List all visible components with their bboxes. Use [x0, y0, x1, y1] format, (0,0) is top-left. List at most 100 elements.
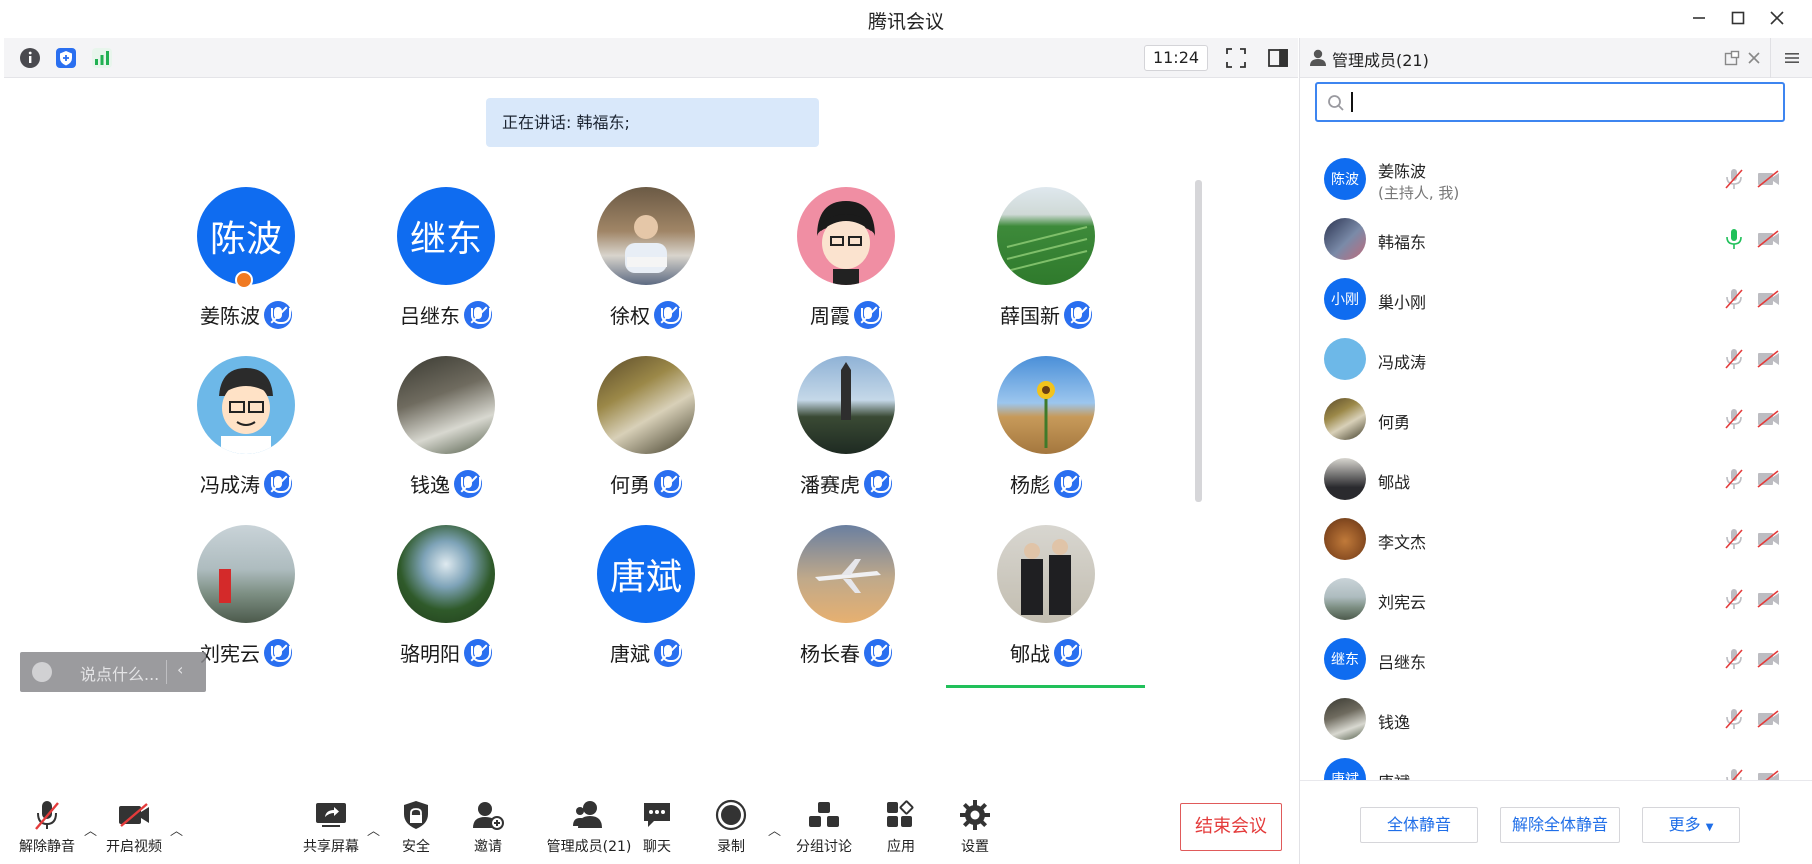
meeting-topbar: 11:24: [4, 38, 1298, 78]
muted-mic-icon[interactable]: [1723, 648, 1745, 670]
list-item[interactable]: 郇战: [1300, 450, 1812, 510]
participant-tile[interactable]: 钱逸: [346, 356, 546, 516]
participant-tile[interactable]: 薛国新: [946, 187, 1146, 347]
video-off-icon[interactable]: [1756, 290, 1780, 308]
video-off-icon[interactable]: [1756, 170, 1780, 188]
mute-all-button[interactable]: 全体静音: [1360, 807, 1478, 843]
list-item[interactable]: 何勇: [1300, 390, 1812, 450]
list-item[interactable]: 唐斌 唐斌: [1300, 750, 1812, 784]
close-icon[interactable]: [1764, 6, 1790, 30]
title-bar: 腾讯会议: [0, 0, 1812, 36]
video-off-icon[interactable]: [1756, 410, 1780, 428]
participant-tile[interactable]: 陈波 姜陈波: [146, 187, 346, 347]
collapse-chevron-icon[interactable]: ‹: [177, 660, 183, 679]
more-button[interactable]: 更多 ▼: [1642, 807, 1740, 843]
manage-members-button[interactable]: 管理成员(21): [530, 798, 648, 860]
meeting-window: 腾讯会议 11:24 正在讲话: 韩福东; 陈波 姜陈波 继东 吕继东 徐权 周…: [0, 0, 1812, 864]
participant-tile[interactable]: 冯成涛: [146, 356, 346, 516]
video-off-icon[interactable]: [1756, 470, 1780, 488]
close-icon[interactable]: [1746, 50, 1762, 70]
participant-name: 吕继东: [1378, 653, 1427, 672]
muted-mic-icon[interactable]: [1723, 408, 1745, 430]
invite-button[interactable]: 邀请: [468, 798, 508, 860]
muted-mic-icon[interactable]: [1723, 708, 1745, 730]
participant-tile[interactable]: 何勇: [546, 356, 746, 516]
more-label: 更多: [1668, 815, 1701, 834]
fullscreen-icon[interactable]: [1224, 46, 1248, 70]
participant-name: 姜陈波: [1378, 162, 1427, 181]
invite-user-icon: [468, 798, 508, 832]
participant-name: 骆明阳: [400, 642, 460, 666]
list-item[interactable]: 韩福东: [1300, 210, 1812, 270]
record-label: 录制: [717, 839, 745, 855]
maximize-icon[interactable]: [1725, 6, 1751, 30]
chevron-up-icon[interactable]: ︿: [170, 820, 184, 839]
muted-mic-icon[interactable]: [1723, 168, 1745, 190]
list-item[interactable]: 小刚 巢小刚: [1300, 270, 1812, 330]
chat-button[interactable]: 聊天: [637, 798, 677, 860]
muted-mic-icon: [464, 300, 492, 329]
video-off-icon[interactable]: [1756, 530, 1780, 548]
end-meeting-button[interactable]: 结束会议: [1180, 803, 1282, 851]
speaking-indicator: 正在讲话: 韩福东;: [486, 98, 819, 147]
minimize-icon[interactable]: [1686, 6, 1712, 30]
apps-label: 应用: [887, 839, 915, 855]
participant-tile[interactable]: 杨彪: [946, 356, 1146, 516]
video-off-icon[interactable]: [1756, 350, 1780, 368]
video-off-icon[interactable]: [1756, 710, 1780, 728]
layout-toggle-icon[interactable]: [1266, 46, 1290, 70]
video-off-icon[interactable]: [1756, 230, 1780, 248]
participant-tile[interactable]: 骆明阳: [346, 525, 546, 685]
unmute-all-button[interactable]: 解除全体静音: [1500, 807, 1620, 843]
gear-icon: [955, 798, 995, 832]
shield-icon[interactable]: [54, 46, 78, 70]
video-off-icon[interactable]: [1756, 590, 1780, 608]
text-cursor: [1351, 92, 1353, 112]
participant-tile[interactable]: 潘赛虎: [746, 356, 946, 516]
list-item[interactable]: 钱逸: [1300, 690, 1812, 750]
unmute-button[interactable]: 解除静音: [16, 798, 78, 860]
participant-tile[interactable]: 徐权: [546, 187, 746, 347]
apps-button[interactable]: 应用: [881, 798, 921, 860]
grid-scrollbar[interactable]: [1195, 180, 1202, 502]
participant-tile[interactable]: 郇战: [946, 525, 1146, 685]
start-video-button[interactable]: 开启视频: [103, 798, 165, 860]
search-icon: [1327, 94, 1345, 116]
participant-tile[interactable]: 周霞: [746, 187, 946, 347]
list-item[interactable]: 继东 吕继东: [1300, 630, 1812, 690]
participant-list: 陈波 姜陈波 (主持人, 我) 韩福东 小刚 巢小刚 冯成涛 何勇 郇战 李文杰…: [1300, 146, 1812, 784]
list-item[interactable]: 李文杰: [1300, 510, 1812, 570]
quick-chat[interactable]: 说点什么... ‹: [20, 652, 206, 692]
video-off-icon[interactable]: [1756, 650, 1780, 668]
muted-mic-icon[interactable]: [1723, 348, 1745, 370]
list-item[interactable]: 冯成涛: [1300, 330, 1812, 390]
security-button[interactable]: 安全: [396, 798, 436, 860]
muted-mic-icon[interactable]: [1723, 588, 1745, 610]
participant-tile[interactable]: 唐斌 唐斌: [546, 525, 746, 685]
chevron-up-icon[interactable]: ︿: [84, 820, 98, 839]
emoji-icon[interactable]: [32, 662, 52, 682]
muted-mic-icon[interactable]: [1723, 468, 1745, 490]
participant-tile[interactable]: 继东 吕继东: [346, 187, 546, 347]
muted-mic-icon: [1054, 638, 1082, 667]
chevron-up-icon[interactable]: ︿: [768, 820, 782, 839]
breakout-button[interactable]: 分组讨论: [793, 798, 855, 860]
record-button[interactable]: 录制: [711, 798, 751, 860]
participant-name: 唐斌: [610, 642, 650, 666]
list-item[interactable]: 陈波 姜陈波 (主持人, 我): [1300, 150, 1812, 210]
chat-input-placeholder[interactable]: 说点什么...: [80, 661, 159, 685]
menu-icon[interactable]: [1770, 38, 1812, 78]
active-mic-icon[interactable]: [1723, 228, 1745, 250]
chevron-up-icon[interactable]: ︿: [367, 820, 381, 839]
manage-members-label: 管理成员(21): [546, 839, 632, 855]
signal-icon[interactable]: [90, 46, 114, 70]
settings-button[interactable]: 设置: [955, 798, 995, 860]
list-item[interactable]: 刘宪云: [1300, 570, 1812, 630]
muted-mic-icon[interactable]: [1723, 528, 1745, 550]
member-search-input[interactable]: [1315, 82, 1785, 122]
info-icon[interactable]: [18, 46, 42, 70]
share-screen-button[interactable]: 共享屏幕: [300, 798, 362, 860]
popout-icon[interactable]: [1724, 50, 1740, 70]
participant-tile[interactable]: 杨长春: [746, 525, 946, 685]
muted-mic-icon[interactable]: [1723, 288, 1745, 310]
